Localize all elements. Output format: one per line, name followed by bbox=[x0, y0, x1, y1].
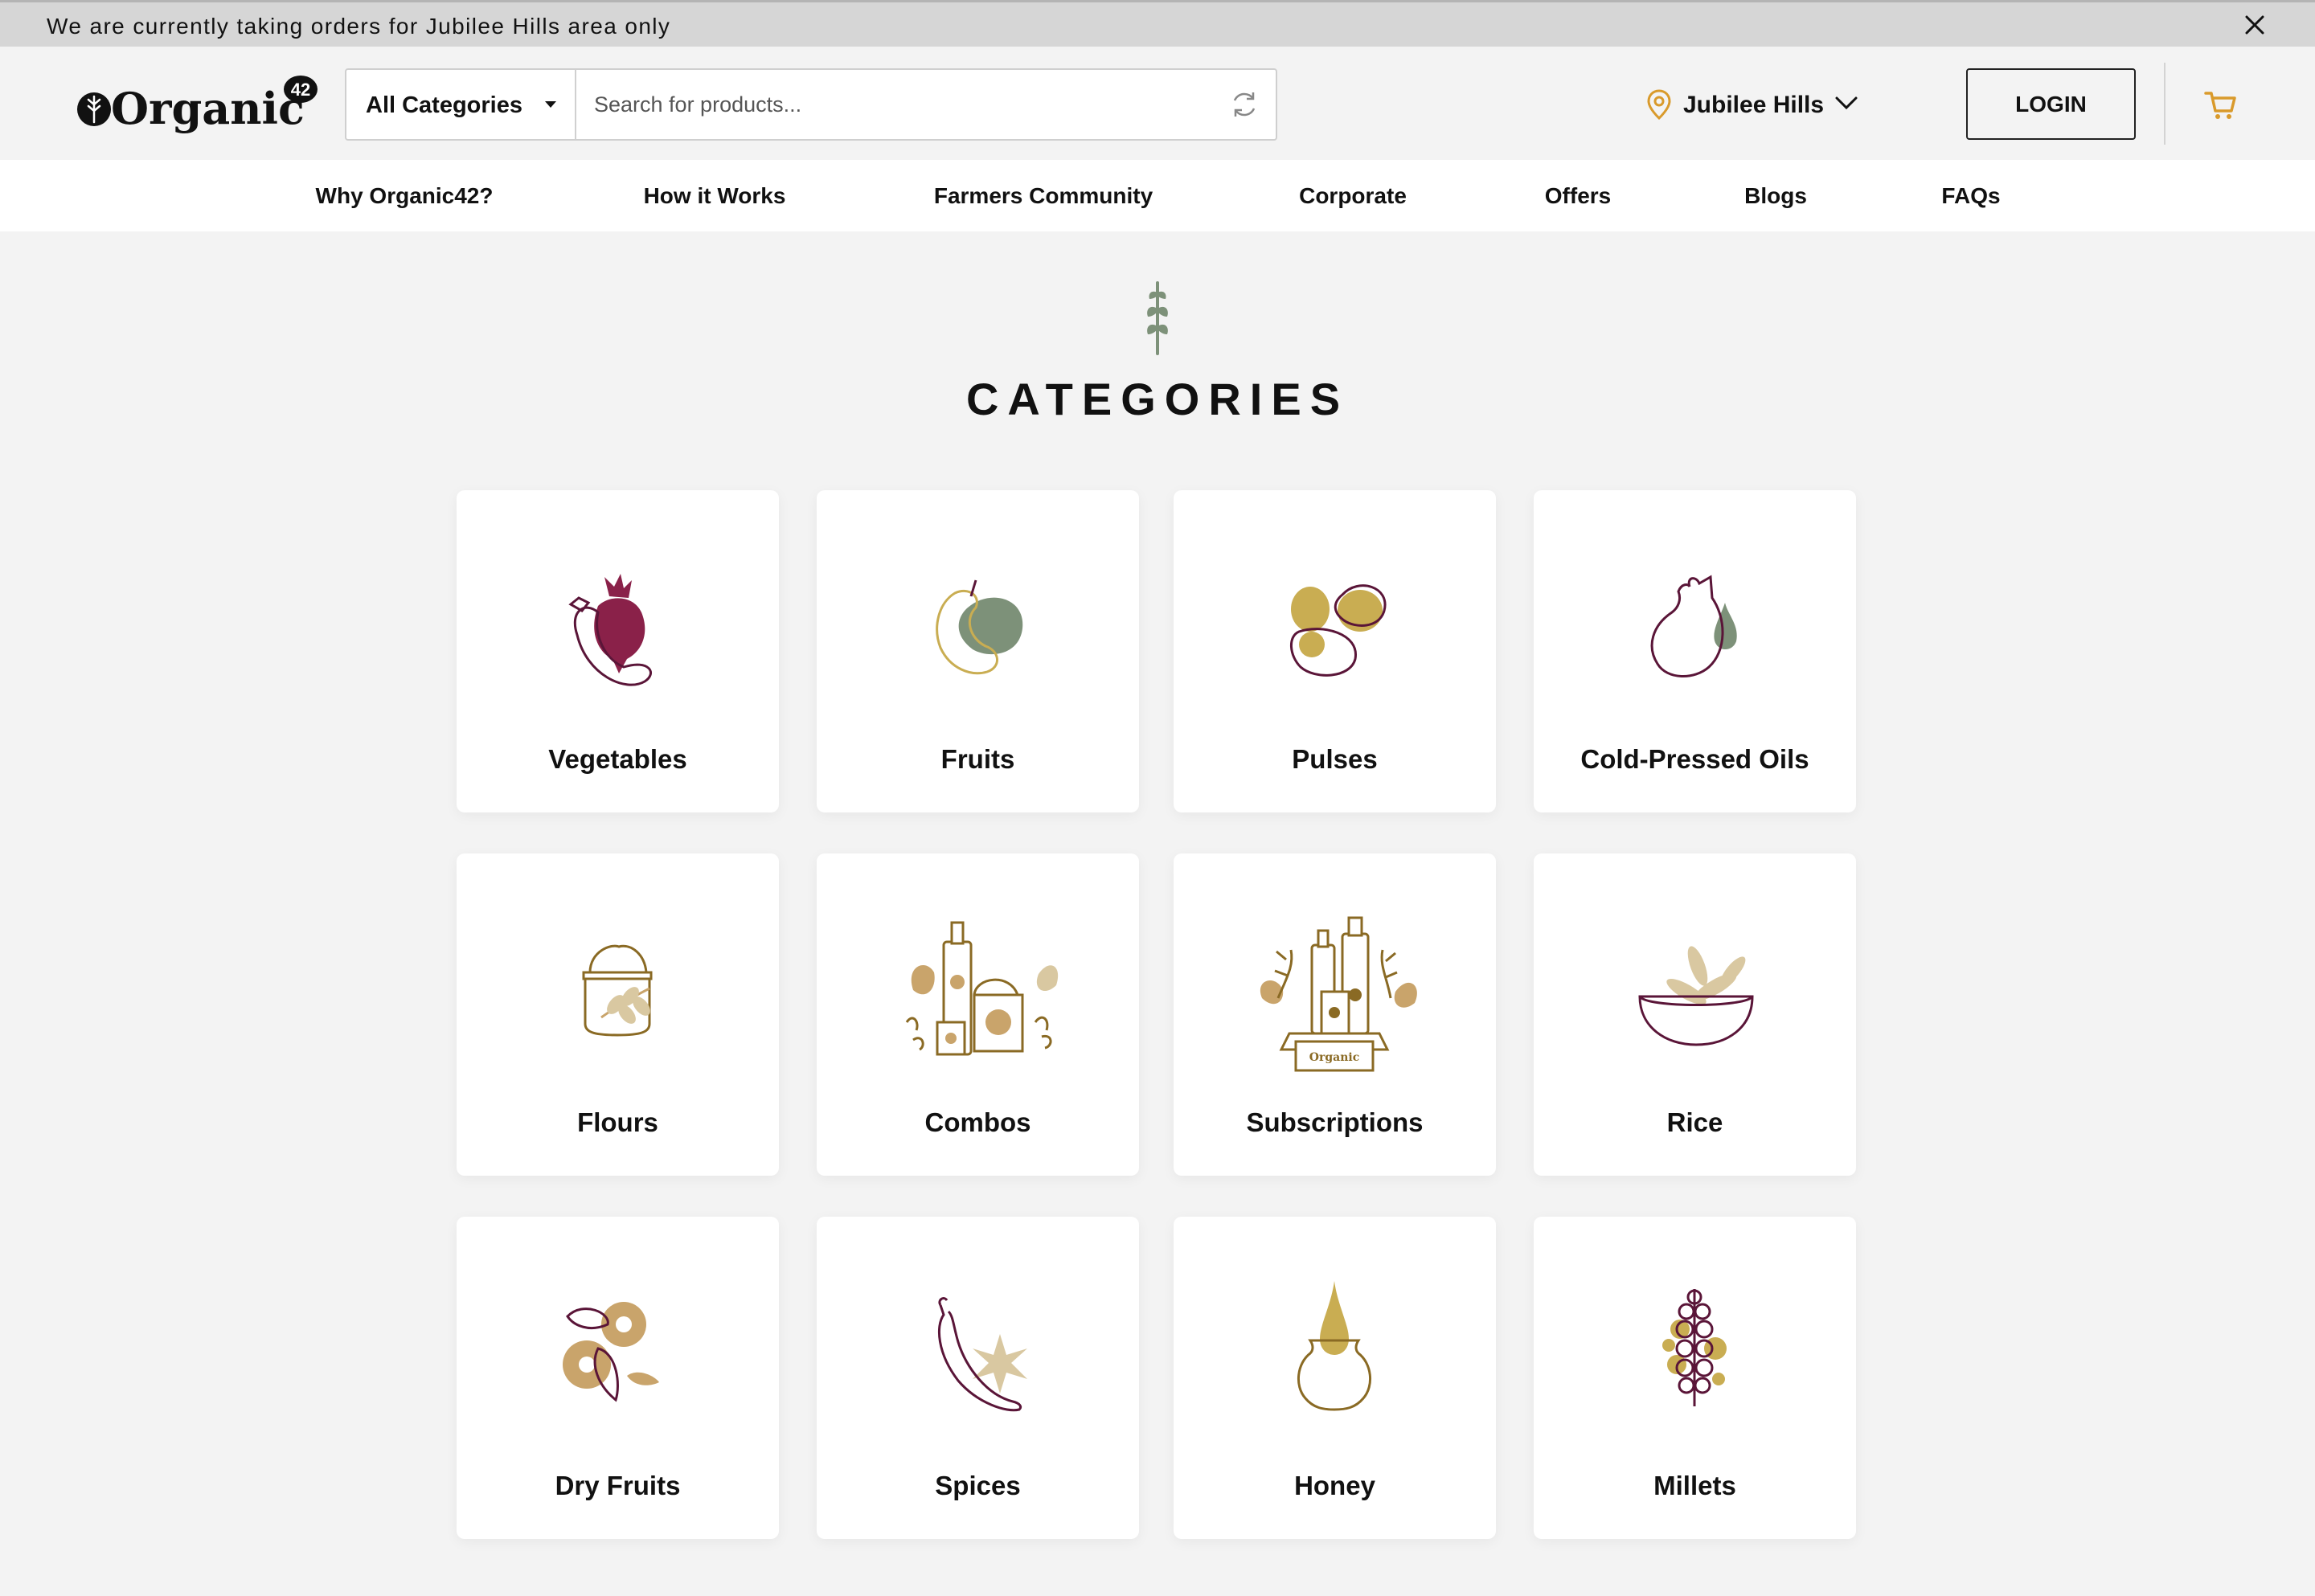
category-label: Subscriptions bbox=[1246, 1107, 1424, 1137]
category-card-subscriptions[interactable]: Organic Subscriptions bbox=[1174, 853, 1496, 1176]
category-card-fruits[interactable]: Fruits bbox=[817, 490, 1139, 812]
nav-how-it-works[interactable]: How it Works bbox=[644, 160, 786, 231]
category-select[interactable]: All Categories bbox=[346, 70, 576, 139]
category-label: Cold-Pressed Oils bbox=[1580, 744, 1809, 774]
category-label: Millets bbox=[1653, 1471, 1736, 1500]
nav-why-organic42[interactable]: Why Organic42? bbox=[316, 160, 494, 231]
category-label: Combos bbox=[924, 1107, 1031, 1137]
category-card-spices[interactable]: Spices bbox=[817, 1217, 1139, 1539]
dry-fruits-icon bbox=[563, 1302, 659, 1402]
category-card-dry-fruits[interactable]: Dry Fruits bbox=[457, 1217, 779, 1539]
close-icon[interactable] bbox=[2243, 13, 2267, 37]
site-header: Organic 42 All Categories Jubilee Hills … bbox=[0, 47, 2315, 160]
category-card-flours[interactable]: Flours bbox=[457, 853, 779, 1176]
sprig-icon bbox=[1147, 281, 1168, 355]
beans-icon bbox=[1290, 584, 1387, 677]
category-label: Dry Fruits bbox=[555, 1471, 681, 1500]
header-divider bbox=[2164, 63, 2165, 145]
announcement-bar: We are currently taking orders for Jubil… bbox=[0, 0, 2315, 47]
location-pin-icon bbox=[1647, 89, 1671, 121]
box-logo-text: Organic bbox=[1309, 1051, 1359, 1064]
category-card-combos[interactable]: Combos bbox=[817, 853, 1139, 1176]
category-label: Fruits bbox=[940, 744, 1015, 774]
main-nav: Why Organic42? How it Works Farmers Comm… bbox=[0, 160, 2315, 231]
chevron-down-icon bbox=[1835, 96, 1858, 110]
refresh-icon[interactable] bbox=[1227, 88, 1261, 121]
oil-jug-icon bbox=[1650, 575, 1737, 677]
organic42-logo[interactable]: Organic 42 bbox=[74, 74, 325, 138]
cart-icon[interactable] bbox=[2204, 90, 2238, 121]
logo-text: Organic bbox=[111, 83, 305, 134]
category-label: Vegetables bbox=[548, 744, 687, 774]
search-bar: All Categories bbox=[345, 68, 1277, 141]
chili-star-anise-icon bbox=[938, 1297, 1027, 1412]
caret-down-icon bbox=[545, 101, 556, 108]
category-card-pulses[interactable]: Pulses bbox=[1174, 490, 1496, 812]
honey-pot-icon bbox=[1297, 1281, 1372, 1411]
login-button[interactable]: LOGIN bbox=[1966, 68, 2136, 140]
search-input[interactable] bbox=[583, 76, 1232, 133]
nav-farmers-community[interactable]: Farmers Community bbox=[934, 160, 1153, 231]
category-label: Honey bbox=[1294, 1471, 1375, 1500]
category-label: Spices bbox=[935, 1471, 1021, 1500]
category-select-label: All Categories bbox=[366, 92, 522, 118]
location-label: Jubilee Hills bbox=[1683, 92, 1825, 118]
category-label: Rice bbox=[1666, 1107, 1723, 1137]
category-card-honey[interactable]: Honey bbox=[1174, 1217, 1496, 1539]
fruit-icon bbox=[936, 579, 1023, 675]
nav-corporate[interactable]: Corporate bbox=[1299, 160, 1407, 231]
categories-heading: CATEGORIES bbox=[965, 374, 1350, 424]
combo-products-icon bbox=[905, 921, 1059, 1056]
rice-bowl-icon bbox=[1638, 946, 1754, 1046]
nav-blogs[interactable]: Blogs bbox=[1744, 160, 1807, 231]
flour-sack-icon bbox=[582, 944, 653, 1037]
announcement-text: We are currently taking orders for Jubil… bbox=[47, 14, 671, 39]
nav-offers[interactable]: Offers bbox=[1545, 160, 1611, 231]
category-card-millets[interactable]: Millets bbox=[1534, 1217, 1856, 1539]
millet-stalk-icon bbox=[1662, 1289, 1727, 1406]
category-card-rice[interactable]: Rice bbox=[1534, 853, 1856, 1176]
subscription-box-icon: Organic bbox=[1260, 916, 1417, 1072]
category-label: Pulses bbox=[1292, 744, 1378, 774]
logo-badge: 42 bbox=[291, 80, 310, 100]
category-label: Flours bbox=[577, 1107, 658, 1137]
nav-faqs[interactable]: FAQs bbox=[1941, 160, 2000, 231]
category-card-cold-pressed-oils[interactable]: Cold-Pressed Oils bbox=[1534, 490, 1856, 812]
category-card-vegetables[interactable]: Vegetables bbox=[457, 490, 779, 812]
beetroot-icon bbox=[568, 574, 652, 686]
